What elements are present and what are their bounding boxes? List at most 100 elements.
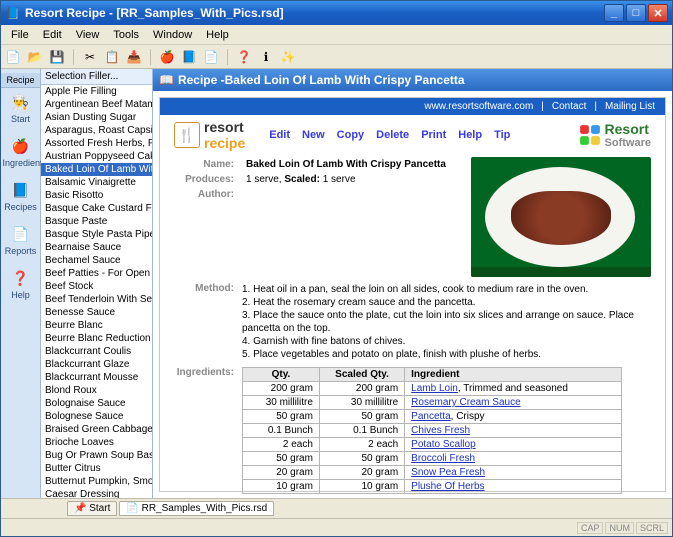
ingredient-link[interactable]: Chives Fresh bbox=[411, 425, 470, 436]
list-item[interactable]: Blackcurrant Coulis bbox=[41, 345, 152, 358]
list-filter-header[interactable]: Selection Filler... bbox=[41, 69, 152, 85]
apple-icon[interactable]: 🍎 bbox=[159, 49, 175, 65]
ingredient-link[interactable]: Pancetta bbox=[411, 411, 450, 422]
menu-file[interactable]: File bbox=[5, 27, 35, 43]
recipe-title: Baked Loin Of Lamb With Crispy Pancetta bbox=[225, 73, 465, 87]
ingredient-link[interactable]: Plushe Of Herbs bbox=[411, 481, 484, 492]
list-item[interactable]: Austrian Poppyseed Cake bbox=[41, 150, 152, 163]
list-item[interactable]: Blackcurrant Mousse bbox=[41, 371, 152, 384]
sidebar-item-help[interactable]: ❓Help bbox=[3, 264, 39, 308]
document-tabs: 📌 Start 📄 RR_Samples_With_Pics.rsd bbox=[1, 498, 672, 518]
list-item[interactable]: Blond Roux bbox=[41, 384, 152, 397]
list-item[interactable]: Bug Or Prawn Soup Base bbox=[41, 449, 152, 462]
method-step: 5. Place vegetables and potato on plate,… bbox=[242, 348, 651, 361]
list-item[interactable]: Basque Paste bbox=[41, 215, 152, 228]
method-step: 1. Heat oil in a pan, seal the loin on a… bbox=[242, 283, 651, 296]
list-item[interactable]: Caesar Dressing bbox=[41, 488, 152, 498]
list-item[interactable]: Basque Cake Custard Filling bbox=[41, 202, 152, 215]
list-item[interactable]: Benesse Sauce bbox=[41, 306, 152, 319]
list-item[interactable]: Baked Loin Of Lamb With Cr bbox=[41, 163, 152, 176]
close-button[interactable]: ✕ bbox=[648, 4, 668, 22]
ingredient-link[interactable]: Rosemary Cream Sauce bbox=[411, 397, 520, 408]
list-item[interactable]: Beef Stock bbox=[41, 280, 152, 293]
author-label: Author: bbox=[174, 187, 234, 202]
list-item[interactable]: Balsamic Vinaigrette bbox=[41, 176, 152, 189]
titlebar[interactable]: 📘 Resort Recipe - [RR_Samples_With_Pics.… bbox=[1, 1, 672, 25]
col-ingredient: Ingredient bbox=[405, 368, 622, 382]
sidebar-item-reports[interactable]: 📄Reports bbox=[3, 220, 39, 264]
report-icon[interactable]: 📄 bbox=[203, 49, 219, 65]
paste-icon[interactable]: 📥 bbox=[126, 49, 142, 65]
recipe-name: Baked Loin Of Lamb With Crispy Pancetta bbox=[246, 159, 446, 170]
menu-window[interactable]: Window bbox=[147, 27, 198, 43]
tab-file[interactable]: 📄 RR_Samples_With_Pics.rsd bbox=[119, 501, 274, 516]
book-icon[interactable]: 📘 bbox=[181, 49, 197, 65]
list-item[interactable]: Beurre Blanc Reduction bbox=[41, 332, 152, 345]
list-item[interactable]: Blackcurrant Glaze bbox=[41, 358, 152, 371]
menu-view[interactable]: View bbox=[70, 27, 106, 43]
action-help[interactable]: Help bbox=[458, 129, 482, 141]
maximize-button[interactable]: □ bbox=[626, 4, 646, 22]
list-item[interactable]: Bechamel Sauce bbox=[41, 254, 152, 267]
action-new[interactable]: New bbox=[302, 129, 325, 141]
app-icon: 📘 bbox=[5, 5, 21, 21]
list-item[interactable]: Butternut Pumpkin, Smoked bbox=[41, 475, 152, 488]
list-item[interactable]: Basque Style Pasta Piperade bbox=[41, 228, 152, 241]
menu-help[interactable]: Help bbox=[200, 27, 235, 43]
recipe-details: Name: Produces: Author: Baked Loin Of La… bbox=[160, 157, 665, 281]
main-area: Recipe 👨‍🍳Start 🍎Ingredients 📘Recipes 📄R… bbox=[1, 69, 672, 498]
recipe-photo bbox=[471, 157, 651, 277]
list-item[interactable]: Beef Patties - For Open Face bbox=[41, 267, 152, 280]
action-delete[interactable]: Delete bbox=[376, 129, 409, 141]
action-copy[interactable]: Copy bbox=[337, 129, 365, 141]
ingredient-link[interactable]: Broccoli Fresh bbox=[411, 453, 475, 464]
method-step: 3. Place the sauce onto the plate, cut t… bbox=[242, 309, 651, 335]
list-item[interactable]: Beurre Blanc bbox=[41, 319, 152, 332]
mailing-link[interactable]: Mailing List bbox=[605, 101, 655, 112]
ingredients-table: Qty. Scaled Qty. Ingredient 200 gram200 … bbox=[242, 367, 622, 494]
copy-icon[interactable]: 📋 bbox=[104, 49, 120, 65]
list-body[interactable]: Apple Pie FillingArgentinean Beef Matamb… bbox=[41, 85, 152, 498]
sidebar-header: Recipe bbox=[1, 73, 40, 88]
action-tip[interactable]: Tip bbox=[494, 129, 510, 141]
method-label: Method: bbox=[174, 283, 234, 361]
cut-icon[interactable]: ✂ bbox=[82, 49, 98, 65]
menu-tools[interactable]: Tools bbox=[107, 27, 145, 43]
tab-start[interactable]: 📌 Start bbox=[67, 501, 117, 516]
wizard-icon[interactable]: ✨ bbox=[280, 49, 296, 65]
sidebar-item-recipes[interactable]: 📘Recipes bbox=[3, 176, 39, 220]
action-print[interactable]: Print bbox=[421, 129, 446, 141]
list-item[interactable]: Brioche Loaves bbox=[41, 436, 152, 449]
list-item[interactable]: Asian Dusting Sugar bbox=[41, 111, 152, 124]
sidebar-item-start[interactable]: 👨‍🍳Start bbox=[3, 88, 39, 132]
statusbar: CAP NUM SCRL bbox=[1, 518, 672, 536]
ingredient-link[interactable]: Lamb Loin bbox=[411, 383, 458, 394]
list-item[interactable]: Bolognaise Sauce bbox=[41, 397, 152, 410]
list-item[interactable]: Beef Tenderloin With Seeded bbox=[41, 293, 152, 306]
menu-edit[interactable]: Edit bbox=[37, 27, 68, 43]
table-row: 50 gram50 gramBroccoli Fresh bbox=[243, 452, 622, 466]
ingredient-link[interactable]: Potato Scallop bbox=[411, 439, 476, 450]
list-item[interactable]: Bearnaise Sauce bbox=[41, 241, 152, 254]
list-item[interactable]: Bolognese Sauce bbox=[41, 410, 152, 423]
help-icon[interactable]: ❓ bbox=[236, 49, 252, 65]
contact-link[interactable]: Contact bbox=[552, 101, 586, 112]
list-item[interactable]: Asparagus, Roast Capsicum, bbox=[41, 124, 152, 137]
minimize-button[interactable]: _ bbox=[604, 4, 624, 22]
list-item[interactable]: Basic Risotto bbox=[41, 189, 152, 202]
list-item[interactable]: Apple Pie Filling bbox=[41, 85, 152, 98]
recipe-page: www.resortsoftware.com | Contact | Maili… bbox=[153, 91, 672, 498]
about-icon[interactable]: ℹ bbox=[258, 49, 274, 65]
list-item[interactable]: Assorted Fresh Herbs, Finely bbox=[41, 137, 152, 150]
website-link[interactable]: www.resortsoftware.com bbox=[424, 101, 533, 112]
list-item[interactable]: Butter Citrus bbox=[41, 462, 152, 475]
new-icon[interactable]: 📄 bbox=[5, 49, 21, 65]
open-icon[interactable]: 📂 bbox=[27, 49, 43, 65]
save-icon[interactable]: 💾 bbox=[49, 49, 65, 65]
sidebar-item-ingredients[interactable]: 🍎Ingredients bbox=[3, 132, 39, 176]
ingredient-link[interactable]: Snow Pea Fresh bbox=[411, 467, 485, 478]
list-item[interactable]: Braised Green Cabbage Balls bbox=[41, 423, 152, 436]
produces-value: 1 serve, bbox=[246, 174, 282, 185]
list-item[interactable]: Argentinean Beef Matambre bbox=[41, 98, 152, 111]
action-edit[interactable]: Edit bbox=[269, 129, 290, 141]
